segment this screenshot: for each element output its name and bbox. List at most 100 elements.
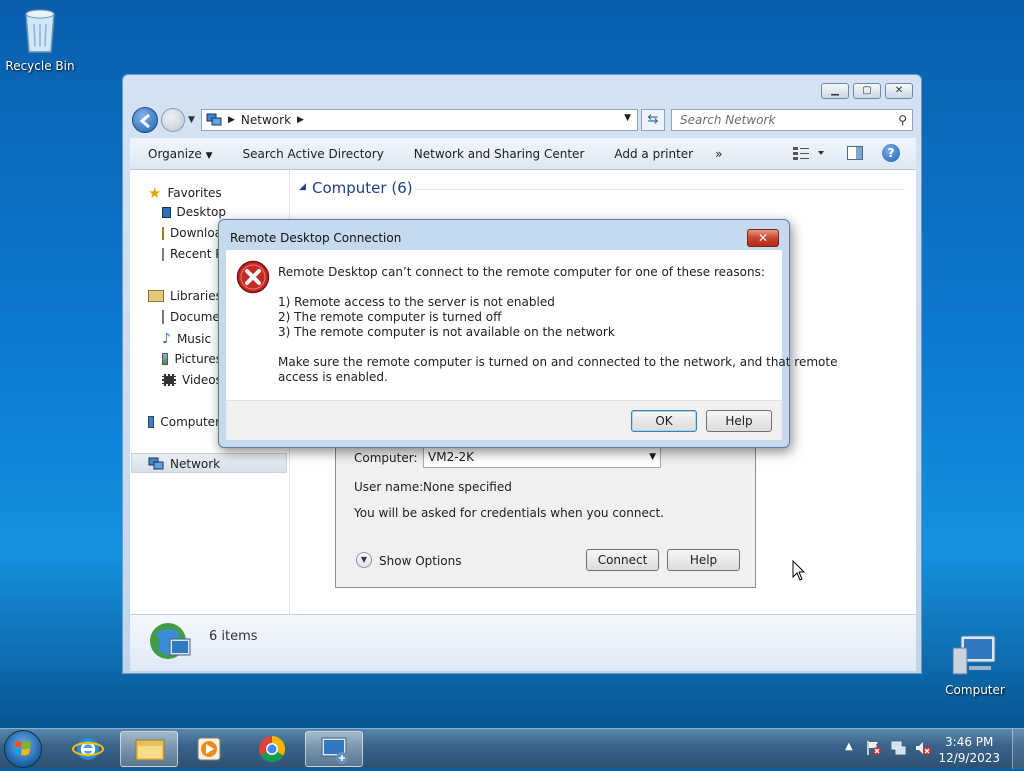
error-dialog: Remote Desktop Connection ✕ Remote Deskt… <box>218 219 837 448</box>
action-center-flag-icon[interactable] <box>866 740 882 756</box>
nav-downloads[interactable]: Downloads <box>162 226 222 240</box>
taskbar-media-player[interactable] <box>181 731 239 767</box>
flag-icon <box>867 741 881 755</box>
nav-music[interactable]: ♪ Music <box>162 331 211 347</box>
nav-network[interactable]: Network <box>148 457 220 471</box>
nav-documents[interactable]: Documents <box>162 310 222 324</box>
network-sharing-center-button[interactable]: Network and Sharing Center <box>414 147 585 161</box>
taskbar-remote-desktop[interactable] <box>305 731 363 767</box>
taskbar-clock[interactable]: 3:46 PM 12/9/2023 <box>938 734 1000 766</box>
show-desktop-button[interactable] <box>1012 729 1024 769</box>
show-options-link[interactable]: Show Options <box>379 554 462 568</box>
group-header-computer[interactable]: Computer (6) <box>312 179 413 197</box>
breadcrumb-separator-icon: ▶ <box>228 115 235 125</box>
back-button[interactable] <box>132 107 158 133</box>
help-icon[interactable]: ? <box>882 144 900 162</box>
close-icon: ✕ <box>757 231 769 245</box>
command-bar: Organize ▼ Search Active Directory Netwo… <box>130 138 916 170</box>
dialog-close-button[interactable]: ✕ <box>747 229 779 247</box>
rdc-computer-combobox[interactable]: VM2-2K ▼ <box>423 446 661 468</box>
nav-pictures[interactable]: Pictures <box>162 352 222 366</box>
address-bar[interactable]: ▶ Network ▶ ▼ <box>201 109 638 131</box>
add-printer-button[interactable]: Add a printer <box>614 147 693 161</box>
network-nav-icon <box>148 457 164 470</box>
taskbar-internet-explorer[interactable] <box>59 731 117 767</box>
network-status-icon <box>891 741 906 755</box>
volume-tray-icon[interactable] <box>915 740 931 756</box>
nav-computer[interactable]: Computer <box>148 415 220 429</box>
organize-label: Organize <box>148 146 202 161</box>
group-collapse-icon[interactable]: ◢ <box>299 182 306 192</box>
nav-network-label: Network <box>170 457 221 471</box>
dialog-footer: OK Help <box>226 400 782 440</box>
mouse-cursor-icon <box>792 560 806 581</box>
network-tray-icon[interactable] <box>891 740 907 756</box>
nav-desktop[interactable]: Desktop <box>162 205 226 219</box>
error-reason-1: 1) Remote access to the server is not en… <box>278 295 555 309</box>
error-advice-line2: access is enabled. <box>278 370 388 384</box>
refresh-button[interactable]: ⇆ <box>641 109 665 131</box>
view-options-button[interactable] <box>793 146 827 163</box>
maximize-button[interactable]: ▢ <box>853 83 881 99</box>
folder-icon <box>135 739 165 761</box>
nav-libraries[interactable]: Libraries <box>148 289 222 303</box>
breadcrumb-chevron-icon[interactable]: ▶ <box>297 115 304 125</box>
error-advice-line1: Make sure the remote computer is turned … <box>278 355 838 369</box>
rdc-computer-value: VM2-2K <box>428 450 475 464</box>
downloads-folder-icon <box>162 226 164 240</box>
media-player-icon <box>197 737 221 761</box>
clock-date: 12/9/2023 <box>938 751 1000 765</box>
computer-desktop-icon[interactable]: Computer <box>935 634 1015 697</box>
search-input[interactable]: Search Network ⚲ <box>671 109 913 131</box>
group-divider <box>415 189 905 190</box>
taskbar-windows-explorer[interactable] <box>120 731 178 767</box>
recent-pages-dropdown[interactable]: ▼ <box>188 115 195 125</box>
rdc-username-value: None specified <box>423 480 512 494</box>
chrome-icon <box>259 735 286 763</box>
connect-button[interactable]: Connect <box>586 549 659 571</box>
nav-pictures-label: Pictures <box>174 352 222 366</box>
minimize-button[interactable]: ▁ <box>821 83 849 99</box>
nav-libraries-label: Libraries <box>170 289 222 303</box>
combobox-chevron-icon[interactable]: ▼ <box>649 447 656 467</box>
taskbar: ▲ 3:46 PM 12/9/2023 <box>0 728 1024 769</box>
breadcrumb-network[interactable]: Network <box>241 113 291 127</box>
speaker-muted-icon <box>916 742 931 755</box>
windows-logo-icon <box>14 741 31 756</box>
libraries-icon <box>148 290 164 302</box>
start-button[interactable] <box>4 730 42 768</box>
dialog-help-button[interactable]: Help <box>706 410 772 432</box>
close-window-button[interactable]: ✕ <box>885 83 913 99</box>
show-hidden-icons-button[interactable]: ▲ <box>845 741 853 752</box>
search-icon[interactable]: ⚲ <box>898 110 907 130</box>
desktop-icon <box>162 206 171 218</box>
error-reason-3: 3) The remote computer is not available … <box>278 325 615 339</box>
nav-recent-label: Recent Places <box>170 247 220 261</box>
organize-menu[interactable]: Organize ▼ <box>148 147 213 161</box>
address-dropdown-icon[interactable]: ▼ <box>624 113 631 123</box>
forward-button[interactable] <box>161 108 185 132</box>
recent-places-icon <box>162 247 164 261</box>
computer-label: Computer <box>945 683 1005 697</box>
rdc-help-button[interactable]: Help <box>667 549 740 571</box>
nav-videos[interactable]: Videos <box>162 373 222 387</box>
chevron-down-icon: ▼ <box>205 150 213 161</box>
error-message: Remote Desktop can’t connect to the remo… <box>278 265 765 279</box>
computer-nav-icon <box>148 416 155 428</box>
recycle-bin-label: Recycle Bin <box>5 59 75 73</box>
nav-recent-places[interactable]: Recent Places <box>162 247 220 261</box>
rdc-username-label: User name: <box>354 480 424 494</box>
search-ad-button[interactable]: Search Active Directory <box>243 147 384 161</box>
internet-explorer-icon <box>72 738 104 760</box>
ok-button[interactable]: OK <box>631 410 697 432</box>
taskbar-chrome[interactable] <box>243 731 301 767</box>
more-commands-button[interactable]: » <box>715 147 722 161</box>
show-options-chevron-icon[interactable]: ▼ <box>356 552 372 568</box>
preview-pane-button[interactable] <box>847 146 863 160</box>
nav-computer-label: Computer <box>160 415 220 429</box>
recycle-bin-desktop-icon[interactable]: Recycle Bin <box>0 6 80 73</box>
error-icon <box>236 260 270 294</box>
error-reason-2: 2) The remote computer is turned off <box>278 310 502 324</box>
nav-favorites[interactable]: ★ Favorites <box>148 184 222 202</box>
arrow-left-icon <box>139 113 150 129</box>
